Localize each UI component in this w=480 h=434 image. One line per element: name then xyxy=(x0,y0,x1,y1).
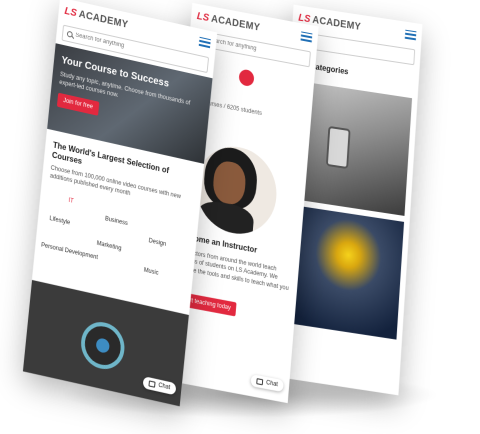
category-it[interactable]: IT xyxy=(68,197,74,204)
video-panel: Chat xyxy=(22,279,190,407)
chat-icon xyxy=(256,378,264,386)
mockup-stage: LSACADEMY Top Categories LSACADEMY 256 c… xyxy=(0,0,480,434)
chat-button[interactable]: Chat xyxy=(142,376,177,396)
search-icon xyxy=(66,30,73,38)
chat-icon xyxy=(148,380,156,388)
instructor-portrait xyxy=(192,139,280,241)
chat-label: Chat xyxy=(265,379,279,389)
category-lifestyle[interactable]: Lifestyle xyxy=(49,216,70,227)
menu-icon[interactable] xyxy=(404,29,417,40)
accent-dot xyxy=(238,68,255,88)
join-free-button[interactable]: Join for free xyxy=(56,92,100,116)
category-music[interactable]: Music xyxy=(143,267,158,276)
logo-name: ACADEMY xyxy=(210,13,261,34)
category-personal-development[interactable]: Personal Development xyxy=(41,242,98,261)
logo-mark: LS xyxy=(63,5,78,19)
play-badge[interactable] xyxy=(78,317,127,374)
menu-icon[interactable] xyxy=(198,36,211,48)
menu-icon[interactable] xyxy=(300,30,313,42)
category-design[interactable]: Design xyxy=(148,238,166,248)
phone-image xyxy=(325,125,351,170)
logo-name: ACADEMY xyxy=(78,8,129,31)
category-marketing[interactable]: Marketing xyxy=(96,240,121,251)
category-business[interactable]: Business xyxy=(105,216,128,227)
logo-mark: LS xyxy=(196,10,210,24)
logo[interactable]: LSACADEMY xyxy=(64,5,129,30)
chat-label: Chat xyxy=(158,382,171,392)
chat-button[interactable]: Chat xyxy=(250,374,284,393)
